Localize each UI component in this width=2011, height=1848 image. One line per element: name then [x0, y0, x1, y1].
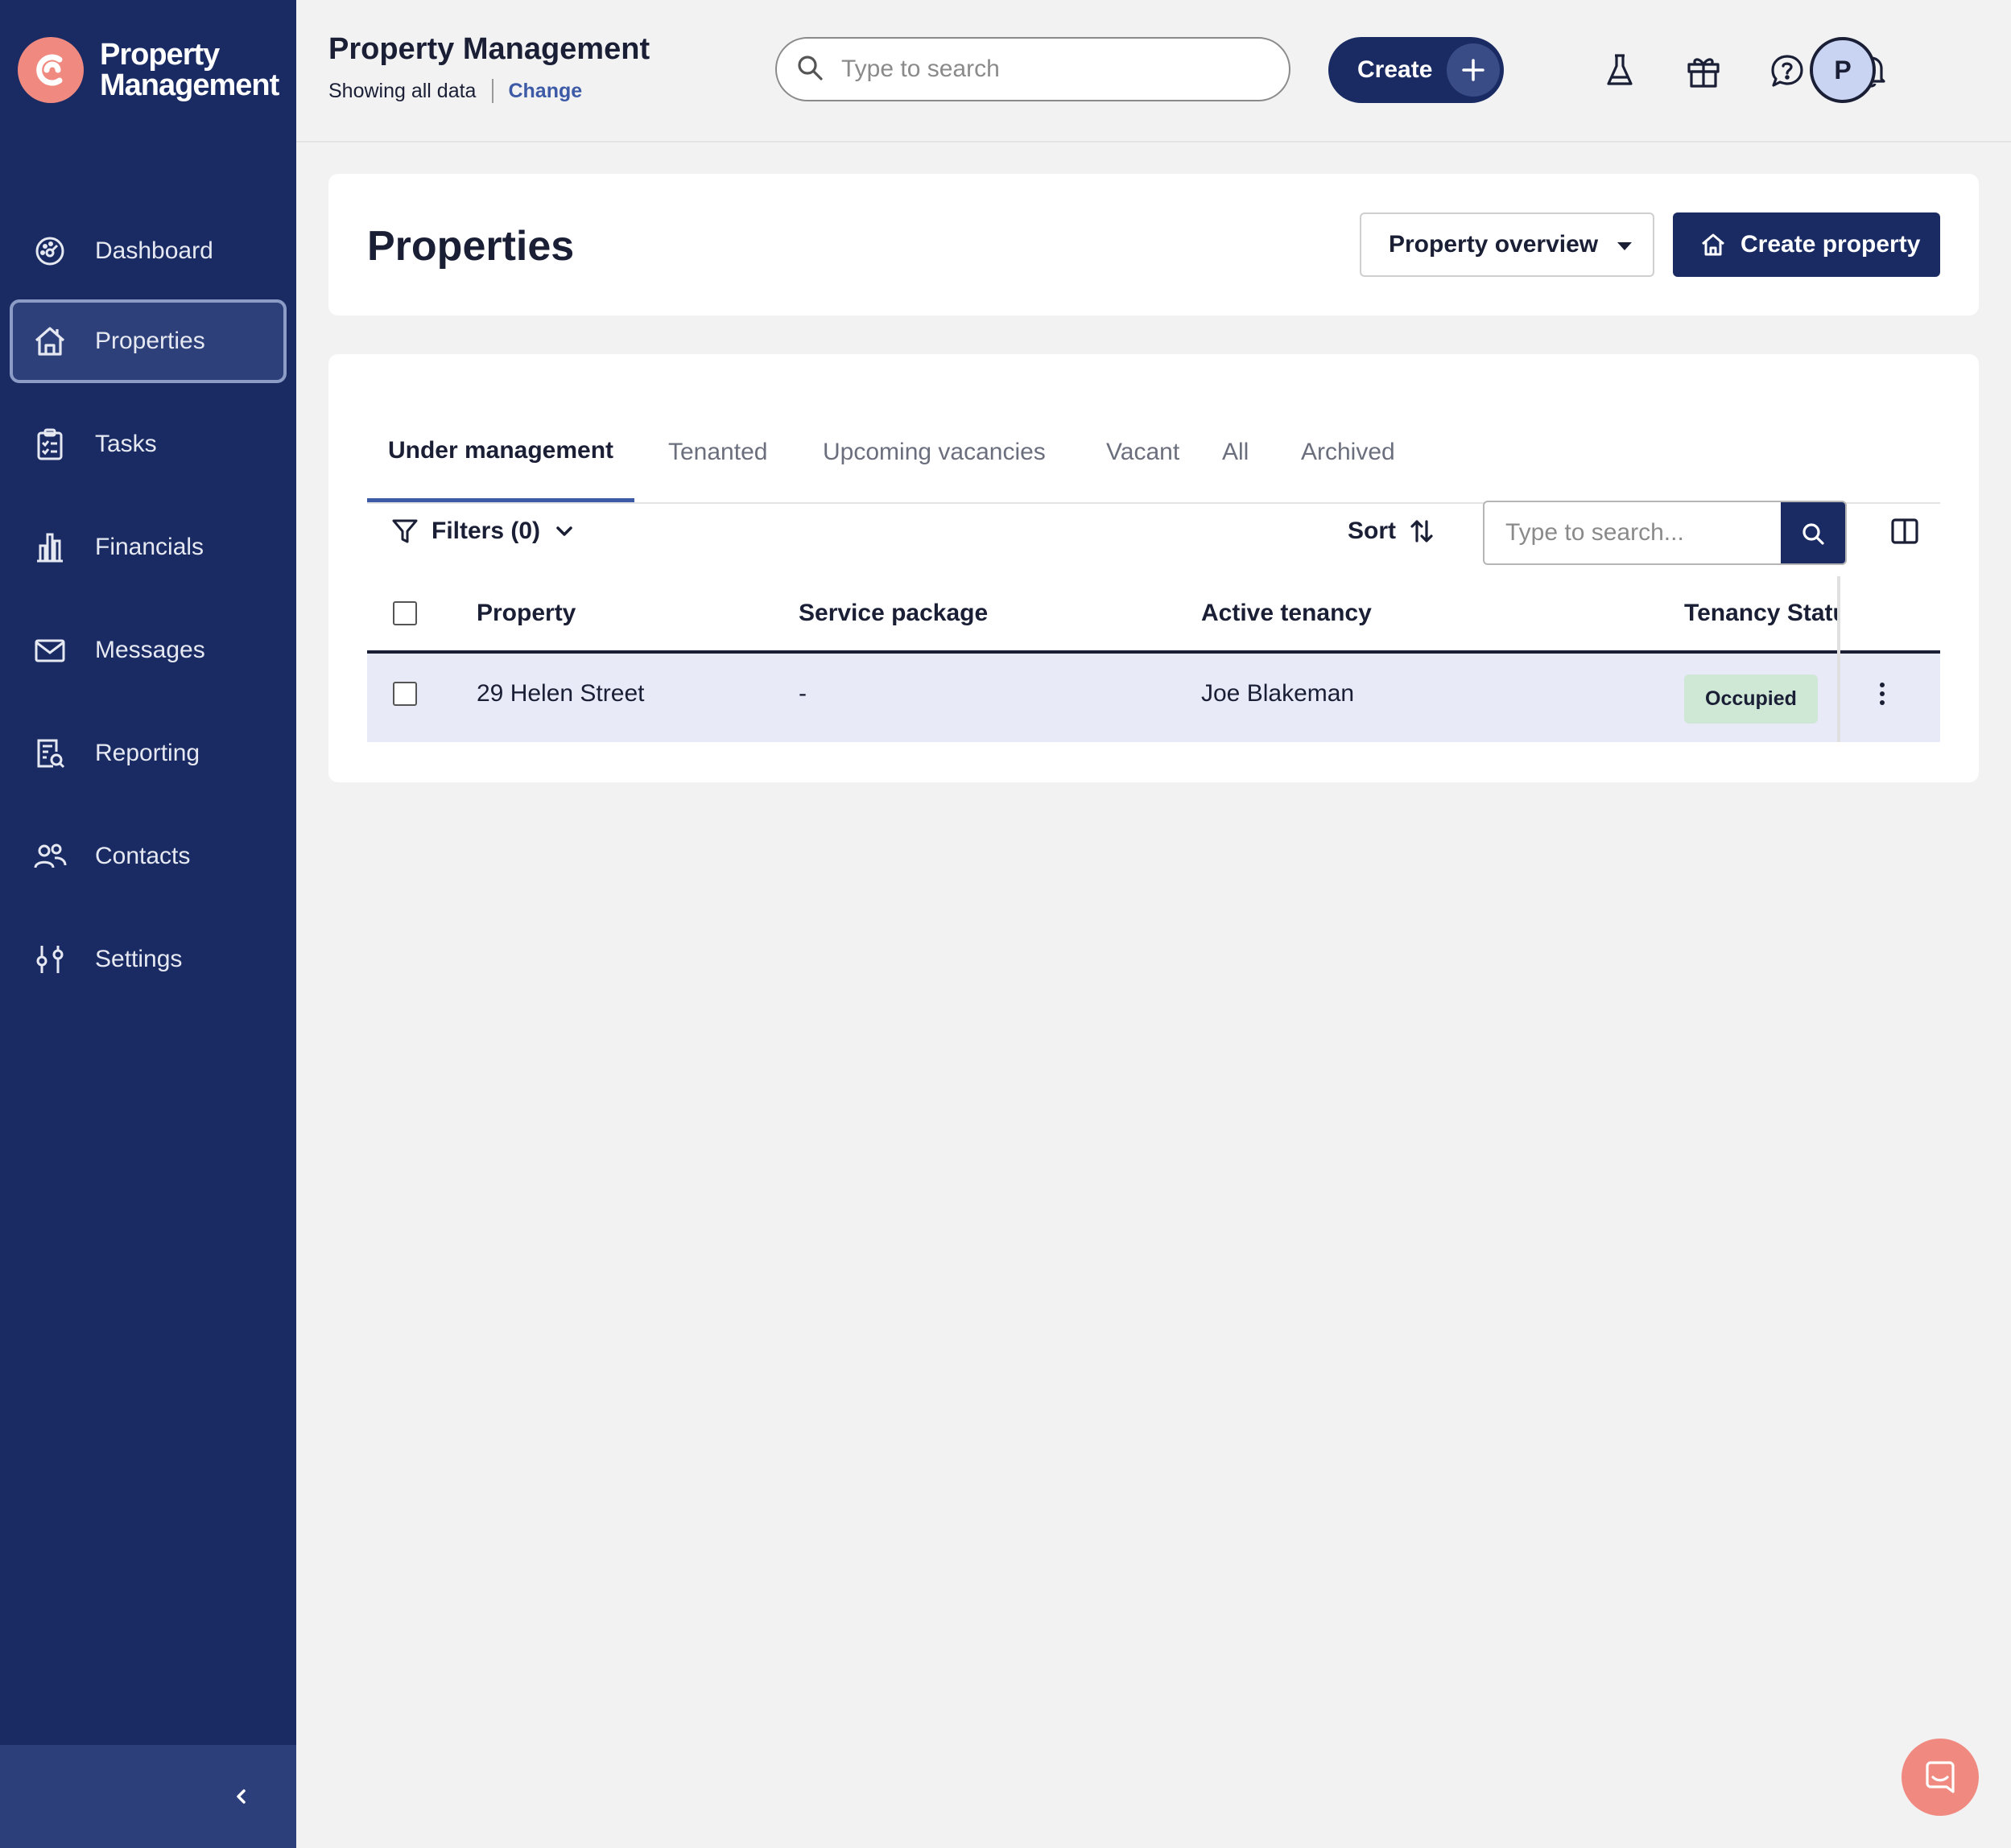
global-search[interactable] — [775, 37, 1290, 101]
sidebar: Property Management Dashboard Properties — [0, 0, 296, 1848]
divider — [492, 79, 494, 103]
app-title: Property Management — [328, 32, 650, 66]
create-property-label: Create property — [1741, 231, 1921, 258]
tab-tenanted[interactable]: Tenanted — [668, 402, 767, 502]
sidebar-footer — [0, 1745, 296, 1848]
tab-upcoming-vacancies[interactable]: Upcoming vacancies — [823, 402, 1046, 502]
global-search-input[interactable] — [840, 55, 1262, 84]
search-icon — [796, 54, 824, 85]
cell-tenancy-status: Occupied — [1684, 658, 1818, 739]
brand-line-2: Management — [100, 68, 279, 102]
cell-service-package: - — [799, 680, 807, 707]
chat-launcher-icon[interactable] — [1902, 1739, 1979, 1816]
sidebar-item-contacts[interactable]: Contacts — [10, 815, 287, 898]
filter-icon — [391, 518, 419, 545]
search-icon — [1802, 523, 1824, 545]
create-button[interactable]: Create — [1328, 37, 1504, 103]
sort-label: Sort — [1348, 518, 1396, 544]
column-service-package[interactable]: Service package — [799, 576, 988, 650]
row-checkbox[interactable] — [393, 654, 417, 734]
flask-icon[interactable] — [1596, 47, 1644, 95]
caret-down-icon — [1616, 231, 1633, 258]
tab-vacant[interactable]: Vacant — [1106, 402, 1179, 502]
tabs: Under management Tenanted Upcoming vacan… — [367, 402, 1940, 504]
list-search-input[interactable] — [1504, 518, 1781, 547]
sidebar-item-tasks[interactable]: Tasks — [10, 402, 287, 486]
gauge-icon — [32, 233, 68, 269]
sticky-column-divider — [1837, 576, 1840, 742]
tab-all[interactable]: All — [1222, 402, 1249, 502]
cell-active-tenancy[interactable]: Joe Blakeman — [1201, 654, 1354, 734]
sidebar-item-messages[interactable]: Messages — [10, 608, 287, 692]
brand[interactable]: Property Management — [18, 37, 279, 103]
column-property[interactable]: Property — [477, 576, 576, 650]
chevron-left-icon[interactable] — [225, 1780, 258, 1813]
sort-arrows-icon — [1409, 518, 1435, 544]
house-icon — [32, 324, 68, 359]
sidebar-item-label: Messages — [95, 637, 205, 663]
columns-toggle-icon[interactable] — [1881, 507, 1929, 555]
create-property-button[interactable]: Create property — [1673, 212, 1940, 277]
sort-button[interactable]: Sort — [1348, 496, 1435, 567]
page-header-card: Properties Property overview Create prop… — [328, 174, 1979, 316]
status-badge: Occupied — [1684, 674, 1818, 724]
plus-icon — [1447, 43, 1501, 97]
sidebar-item-label: Dashboard — [95, 237, 213, 264]
report-search-icon — [32, 736, 68, 771]
top-header: Property Management Showing all data Cha… — [296, 0, 2011, 142]
help-icon[interactable] — [1763, 47, 1811, 95]
tab-archived[interactable]: Archived — [1301, 402, 1395, 502]
house-icon — [1700, 232, 1726, 258]
sidebar-item-label: Contacts — [95, 843, 191, 869]
clipboard-icon — [32, 427, 68, 462]
table-header: Property Service package Active tenancy … — [367, 576, 1940, 654]
list-toolbar: Filters (0) Sort — [367, 496, 1940, 567]
sliders-icon — [32, 942, 68, 977]
page-title: Properties — [367, 223, 575, 270]
tab-under-management[interactable]: Under management — [367, 402, 634, 502]
list-search[interactable] — [1483, 501, 1847, 565]
properties-table: Property Service package Active tenancy … — [367, 576, 1940, 742]
gift-icon[interactable] — [1679, 47, 1728, 95]
column-tenancy-status[interactable]: Tenancy Status — [1684, 576, 1837, 650]
data-scope-label: Showing all data — [328, 79, 477, 102]
data-scope: Showing all data Change — [328, 79, 582, 103]
search-button[interactable] — [1781, 502, 1845, 563]
sidebar-item-label: Financials — [95, 534, 204, 560]
properties-list-card: Under management Tenanted Upcoming vacan… — [328, 354, 1979, 782]
change-link[interactable]: Change — [508, 80, 582, 103]
sidebar-item-dashboard[interactable]: Dashboard — [10, 209, 287, 293]
table-row[interactable]: 29 Helen Street - Joe Blakeman Occupied — [367, 576, 1940, 742]
property-overview-label: Property overview — [1389, 231, 1599, 258]
bar-chart-icon — [32, 530, 68, 565]
sidebar-item-label: Tasks — [95, 431, 157, 457]
filters-button[interactable]: Filters (0) — [391, 496, 574, 567]
header-icons — [1596, 47, 1930, 95]
sidebar-item-financials[interactable]: Financials — [10, 505, 287, 589]
sidebar-item-properties[interactable]: Properties — [10, 299, 287, 383]
select-all-checkbox[interactable] — [393, 576, 417, 650]
row-actions-icon[interactable] — [1866, 678, 1898, 710]
chevron-down-icon — [555, 525, 574, 538]
column-active-tenancy[interactable]: Active tenancy — [1201, 576, 1372, 650]
sidebar-item-settings[interactable]: Settings — [10, 918, 287, 1001]
property-overview-dropdown[interactable]: Property overview — [1360, 212, 1654, 277]
sidebar-item-reporting[interactable]: Reporting — [10, 712, 287, 795]
people-icon — [32, 839, 68, 874]
envelope-icon — [32, 633, 68, 668]
filters-label: Filters (0) — [432, 518, 541, 544]
brand-line-1: Property — [100, 38, 220, 72]
create-button-label: Create — [1357, 56, 1433, 83]
brand-name: Property Management — [100, 39, 279, 101]
sidebar-item-label: Properties — [95, 328, 205, 354]
brand-logo-icon — [18, 37, 84, 103]
sidebar-item-label: Reporting — [95, 740, 200, 766]
avatar[interactable]: P — [1810, 37, 1876, 103]
cell-property[interactable]: 29 Helen Street — [477, 654, 644, 734]
sidebar-item-label: Settings — [95, 946, 183, 972]
